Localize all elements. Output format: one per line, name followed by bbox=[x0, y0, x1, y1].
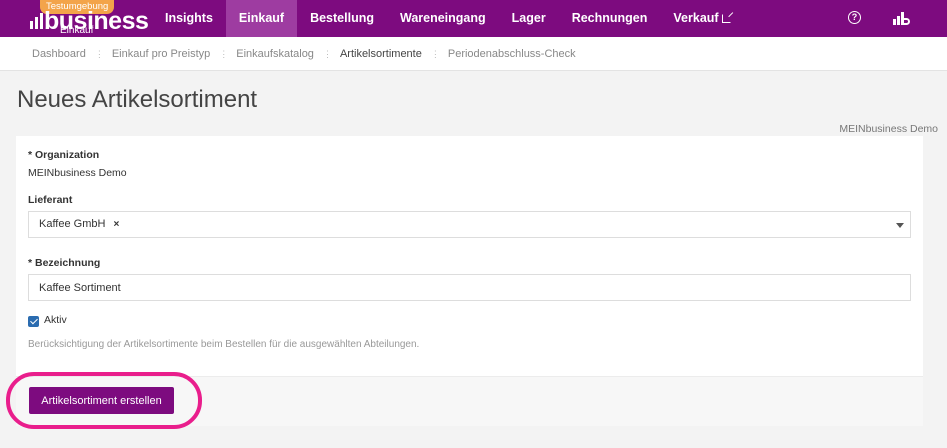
nav-label: Insights bbox=[165, 11, 213, 25]
breadcrumb-einkaufskatalog[interactable]: Einkaufskatalog bbox=[236, 48, 314, 60]
nav-item-wareneingang[interactable]: Wareneingang bbox=[387, 0, 499, 37]
nav-item-lager[interactable]: Lager bbox=[499, 0, 559, 37]
top-navigation-bar: Testumgebung business Einkauf Insights E… bbox=[0, 0, 947, 37]
nav-item-bestellung[interactable]: Bestellung bbox=[297, 0, 387, 37]
supplier-tag: Kaffee GmbH × bbox=[39, 212, 119, 237]
nav-item-verkauf[interactable]: Verkauf bbox=[660, 0, 743, 37]
chevron-down-icon[interactable] bbox=[896, 223, 904, 228]
breadcrumb-artikelsortimente[interactable]: Artikelsortimente bbox=[340, 48, 422, 60]
organization-owner-label: MEINbusiness Demo bbox=[839, 123, 938, 135]
nav-label: Lager bbox=[511, 11, 546, 25]
page-title: Neues Artikelsortiment bbox=[17, 86, 258, 113]
organization-value: MEINbusiness Demo bbox=[28, 167, 127, 179]
nav-label: Verkauf bbox=[673, 11, 719, 25]
logo-bars-icon bbox=[30, 13, 44, 29]
active-checkbox[interactable] bbox=[28, 316, 39, 327]
create-assortment-button[interactable]: Artikelsortiment erstellen bbox=[29, 387, 174, 414]
breadcrumb-separator: ⋮ bbox=[94, 48, 104, 59]
logo-subtitle: Einkauf bbox=[60, 25, 94, 36]
nav-item-einkauf[interactable]: Einkauf bbox=[225, 0, 298, 37]
remove-tag-icon[interactable]: × bbox=[113, 219, 119, 230]
breadcrumb: Dashboard ⋮ Einkauf pro Preistyp ⋮ Einka… bbox=[32, 37, 576, 71]
breadcrumb-separator: ⋮ bbox=[322, 48, 332, 59]
breadcrumb-bar: Dashboard ⋮ Einkauf pro Preistyp ⋮ Einka… bbox=[0, 37, 947, 71]
app-logo[interactable]: Testumgebung business Einkauf bbox=[30, 0, 149, 37]
breadcrumb-dashboard[interactable]: Dashboard bbox=[32, 48, 86, 60]
name-label: * Bezeichnung bbox=[28, 257, 101, 269]
help-icon[interactable]: ? bbox=[848, 11, 861, 24]
nav-label: Einkauf bbox=[238, 11, 285, 25]
main-nav: Insights Einkauf Bestellung Wareneingang… bbox=[152, 0, 744, 37]
name-input[interactable] bbox=[28, 274, 911, 301]
nav-item-rechnungen[interactable]: Rechnungen bbox=[559, 0, 661, 37]
breadcrumb-einkauf-pro-preistyp[interactable]: Einkauf pro Preistyp bbox=[112, 48, 210, 60]
active-checkbox-label[interactable]: Aktiv bbox=[44, 314, 67, 326]
form-hint: Berücksichtigung der Artikelsortimente b… bbox=[28, 339, 420, 350]
nav-label: Wareneingang bbox=[399, 11, 486, 25]
breadcrumb-separator: ⋮ bbox=[430, 48, 440, 59]
supplier-select[interactable]: Kaffee GmbH × bbox=[28, 211, 911, 238]
nav-label: Bestellung bbox=[310, 11, 374, 25]
external-link-icon bbox=[721, 14, 731, 23]
organization-label: * Organization bbox=[28, 149, 100, 161]
nav-item-insights[interactable]: Insights bbox=[152, 0, 226, 37]
supplier-tag-label: Kaffee GmbH bbox=[39, 218, 106, 230]
supplier-label: Lieferant bbox=[28, 194, 73, 206]
breadcrumb-periodenabschluss-check[interactable]: Periodenabschluss-Check bbox=[448, 48, 576, 60]
stats-icon[interactable] bbox=[893, 12, 910, 25]
breadcrumb-separator: ⋮ bbox=[219, 48, 228, 59]
nav-label: Rechnungen bbox=[571, 11, 648, 25]
